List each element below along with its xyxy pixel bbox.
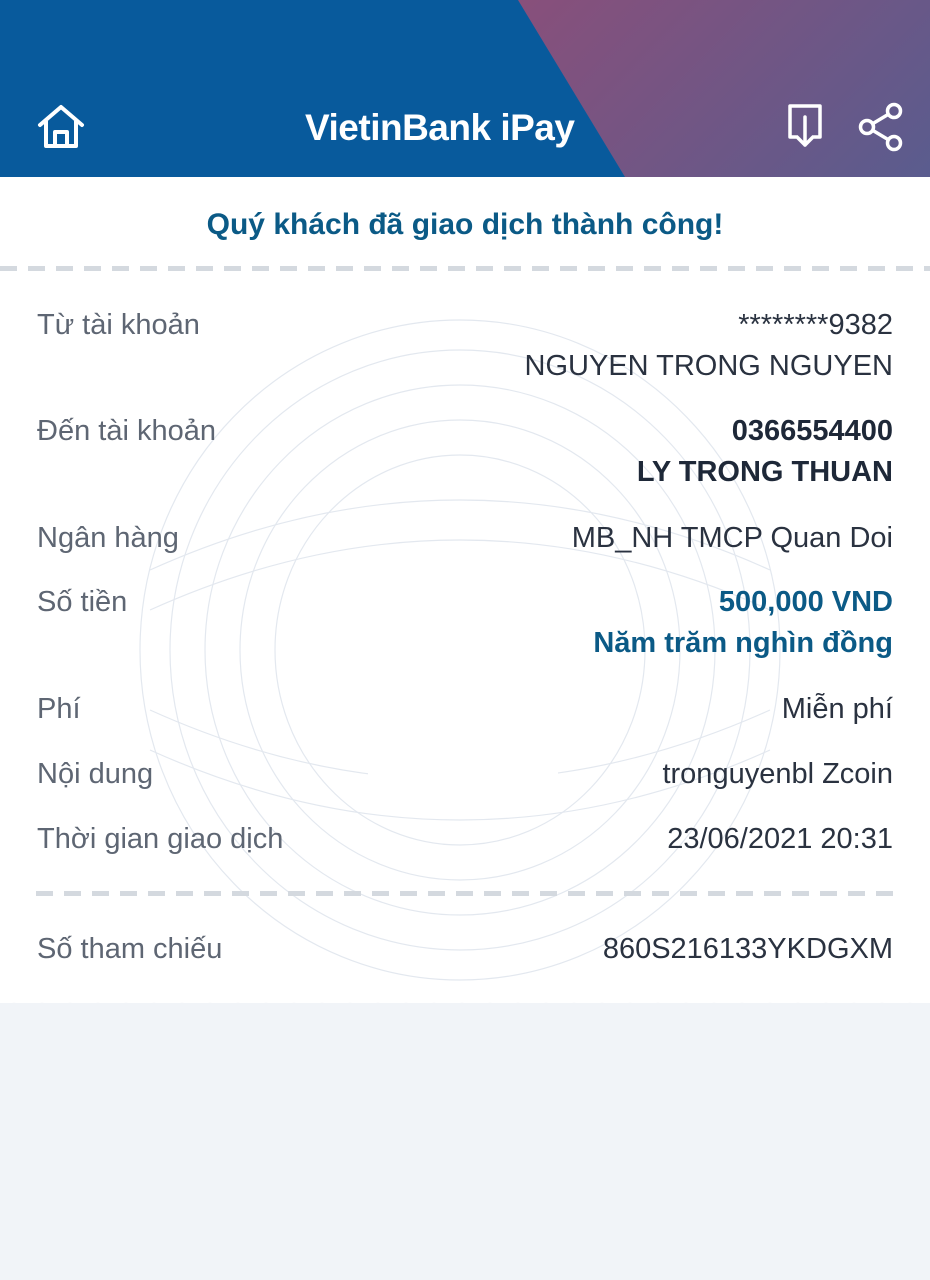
from-account-label: Từ tài khoản (37, 309, 200, 341)
amount-label: Số tiền (37, 586, 128, 618)
bank-label: Ngân hàng (37, 522, 179, 554)
fee-value: Miễn phí (781, 693, 893, 725)
receipt-torn-edge (0, 995, 930, 1011)
content-label: Nội dung (37, 758, 154, 790)
reference-label: Số tham chiếu (37, 933, 223, 965)
amount-value: 500,000 VND (718, 586, 893, 618)
reference-value: 860S216133YKDGXM (602, 933, 893, 965)
content-value: tronguyenbl Zcoin (662, 758, 893, 790)
amount-in-words: Năm trăm nghìn đồng (593, 627, 893, 659)
to-account-label: Đến tài khoản (37, 415, 216, 447)
success-message: Quý khách đã giao dịch thành công! (206, 208, 724, 241)
bank-value: MB_NH TMCP Quan Doi (571, 522, 893, 554)
transaction-time-label: Thời gian giao dịch (37, 823, 284, 855)
divider-top (0, 266, 930, 271)
from-account-number: ********9382 (738, 309, 893, 341)
divider-reference (36, 891, 894, 896)
brand-logo: VietinBank iPay (305, 107, 575, 148)
to-account-name: LY TRONG THUAN (636, 456, 893, 488)
home-icon[interactable] (36, 103, 86, 149)
fee-label: Phí (37, 693, 81, 725)
download-icon[interactable] (786, 103, 824, 149)
transaction-time-value: 23/06/2021 20:31 (667, 823, 893, 855)
to-account-number: 0366554400 (731, 415, 893, 447)
share-icon[interactable] (858, 102, 904, 152)
from-account-name: NGUYEN TRONG NGUYEN (524, 350, 893, 382)
app-header: VietinBank iPay (0, 0, 930, 177)
